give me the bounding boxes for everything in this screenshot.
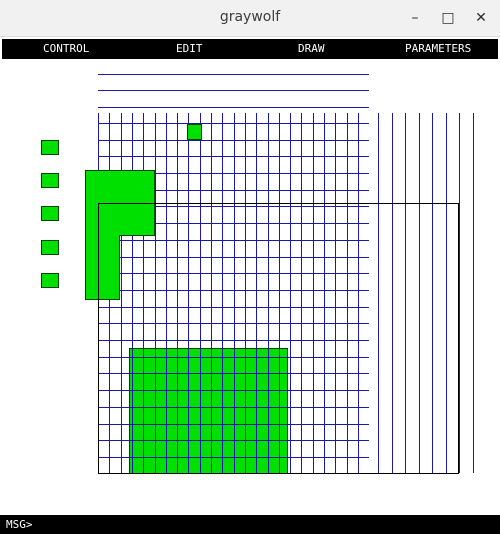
maximize-icon: □ — [441, 10, 455, 26]
pad-cell[interactable] — [41, 273, 59, 288]
cell-layer — [41, 124, 288, 474]
message-prompt[interactable]: MSG> — [6, 518, 33, 531]
layout-canvas[interactable] — [0, 60, 500, 515]
l-shaped-macro[interactable] — [85, 170, 155, 300]
menu-parameters[interactable]: PARAMETERS — [405, 42, 471, 55]
menu-control[interactable]: CONTROL — [43, 42, 89, 55]
pad-cell[interactable] — [41, 206, 59, 221]
small-cell[interactable] — [187, 124, 202, 140]
title-bar: graywolf – □ ✕ — [0, 0, 500, 37]
message-bar: MSG> — [0, 515, 500, 534]
menu-edit[interactable]: EDIT — [176, 42, 203, 55]
menu-draw[interactable]: DRAW — [298, 42, 325, 55]
large-macro[interactable] — [129, 348, 288, 474]
pad-cell[interactable] — [41, 173, 59, 188]
placement-drawing[interactable] — [0, 60, 500, 515]
app-window: graywolf – □ ✕ CONTROL EDIT DRAW PARAMET… — [0, 0, 500, 534]
minimize-button[interactable]: – — [404, 7, 426, 29]
menu-bar: CONTROL EDIT DRAW PARAMETERS — [2, 39, 498, 59]
minimize-icon: – — [411, 10, 419, 26]
pad-cell[interactable] — [41, 140, 59, 155]
maximize-button[interactable]: □ — [437, 7, 459, 29]
pad-cell[interactable] — [41, 240, 59, 255]
close-icon: ✕ — [475, 10, 487, 26]
close-button[interactable]: ✕ — [470, 7, 492, 29]
